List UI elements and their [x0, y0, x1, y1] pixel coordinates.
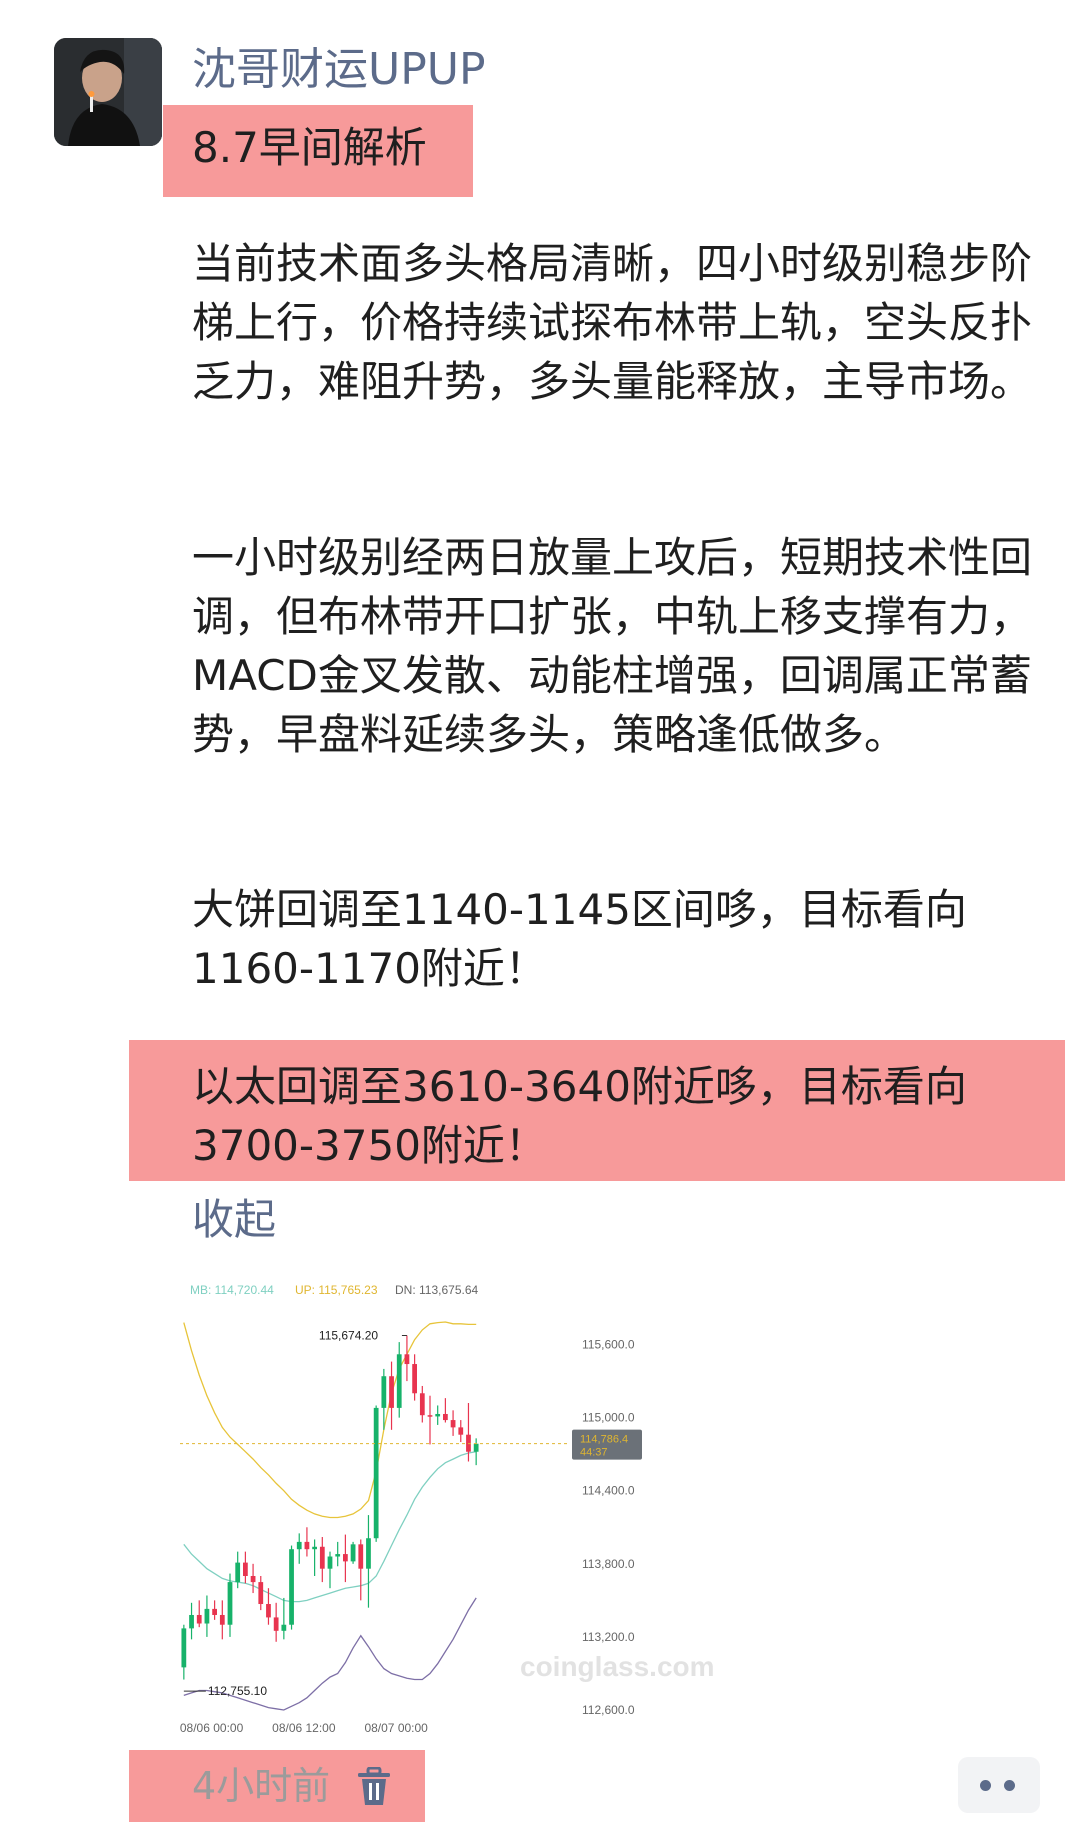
collapse-link[interactable]: 收起 [192, 1190, 276, 1250]
candle-body [204, 1608, 210, 1624]
candle-body [335, 1554, 341, 1557]
low-label: 112,755.10 [208, 1684, 267, 1698]
paragraph-btc: 大饼回调至1140-1145区间哆，目标看向1160-1170附近！ [192, 885, 967, 993]
candle-body [327, 1556, 333, 1569]
more-button[interactable] [958, 1757, 1040, 1813]
x-tick-label: 08/06 00:00 [180, 1721, 244, 1735]
candle-body [427, 1415, 433, 1417]
candle-body [181, 1628, 187, 1668]
x-tick-label: 08/07 00:00 [364, 1721, 428, 1735]
candle-body [396, 1354, 402, 1408]
candle-body [281, 1624, 287, 1631]
avatar-photo [54, 38, 162, 146]
candle-body [304, 1541, 310, 1550]
paragraph-analysis: 一小时级别经两日放量上攻后，短期技术性回调，但布林带开口扩张，中轨上移支撑有力，… [192, 533, 1033, 759]
btc-candlestick-chart[interactable]: MB: 114,720.44 UP: 115,765.23 DN: 113,67… [180, 1270, 736, 1740]
candle-body [250, 1576, 256, 1583]
candle-body [358, 1544, 364, 1569]
candle-body [404, 1354, 410, 1365]
candle-body [289, 1549, 294, 1625]
y-tick-label: 114,400.0 [582, 1484, 635, 1498]
candle-body [266, 1604, 271, 1618]
candle-body [312, 1546, 317, 1550]
legend-dn: DN: 113,675.64 [395, 1283, 478, 1297]
post-time: 4小时前 [192, 1764, 331, 1808]
legend-up: UP: 115,765.23 [295, 1283, 378, 1297]
more-dots-icon [1004, 1780, 1015, 1791]
author-name[interactable]: 沈哥财运UPUP [192, 40, 485, 100]
y-tick-label: 113,800.0 [582, 1557, 635, 1571]
price-tag-value: 114,786.4 [580, 1434, 628, 1446]
candle-body [227, 1582, 233, 1625]
candle-body [219, 1614, 225, 1625]
candle-body [243, 1562, 248, 1576]
candle-body [412, 1364, 417, 1394]
candle-body [343, 1554, 348, 1562]
y-tick-label: 115,000.0 [582, 1411, 635, 1425]
candle-body [350, 1544, 356, 1562]
post-title: 8.7早间解析 [192, 123, 427, 172]
paragraph-eth: 以太回调至3610-3640附近哆，目标看向3700-3750附近！ [192, 1062, 967, 1170]
candle-body [373, 1407, 379, 1539]
candle-body [273, 1617, 279, 1631]
legend-mb: MB: 114,720.44 [190, 1283, 274, 1297]
candle-body [450, 1420, 456, 1428]
paragraph-trend: 当前技术面多头格局清晰，四小时级别稳步阶梯上行，价格持续试探布林带上轨，空头反扑… [192, 239, 1033, 406]
candle-body [196, 1614, 202, 1624]
y-tick-label: 112,600.0 [582, 1703, 635, 1717]
x-tick-label: 08/06 12:00 [272, 1721, 336, 1735]
candle-body [212, 1608, 217, 1615]
candle-body [419, 1393, 425, 1416]
author-avatar[interactable] [54, 38, 162, 146]
candle-body [319, 1546, 325, 1569]
candle-body [435, 1413, 441, 1417]
candle-body [296, 1541, 302, 1550]
candle-body [258, 1582, 264, 1605]
candle-body [235, 1562, 241, 1583]
candle-body [189, 1614, 194, 1629]
more-dots-icon [980, 1780, 991, 1791]
high-label: 115,674.20 [319, 1329, 378, 1343]
candle-body [458, 1427, 464, 1435]
candle-body [473, 1443, 479, 1452]
candle-body [381, 1376, 387, 1408]
candle-body [443, 1413, 448, 1421]
boll-upper-line [183, 1321, 477, 1519]
price-tag-countdown: 44:37 [580, 1447, 608, 1459]
watermark: coinglass.com [520, 1651, 715, 1682]
y-tick-label: 113,200.0 [582, 1630, 635, 1644]
candle-body [366, 1538, 371, 1569]
trash-icon[interactable] [356, 1767, 392, 1807]
y-tick-label: 115,600.0 [582, 1338, 635, 1352]
candle-body [389, 1376, 394, 1408]
